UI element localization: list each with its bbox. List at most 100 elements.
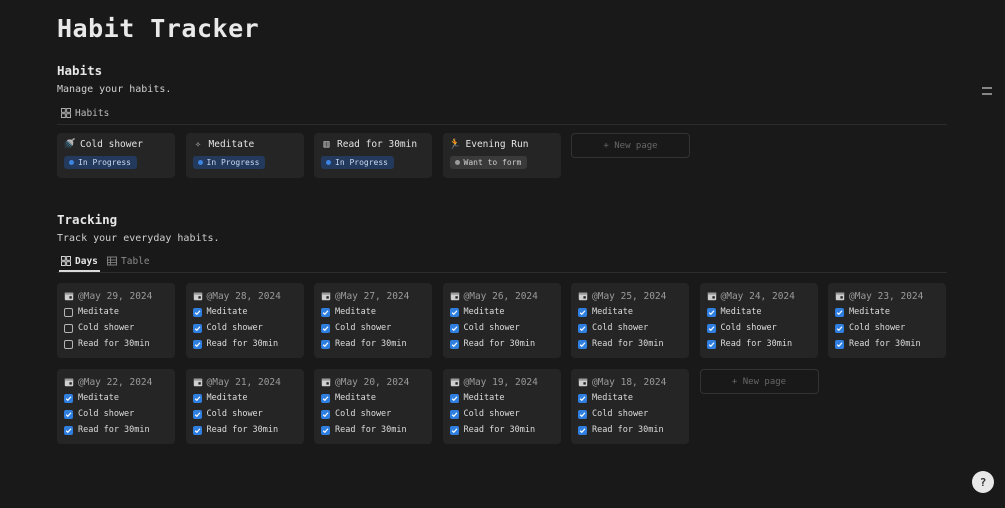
- checkbox[interactable]: [706, 323, 716, 333]
- checkbox-row[interactable]: Meditate: [192, 392, 297, 404]
- status-dot: [197, 160, 203, 165]
- checkbox[interactable]: [321, 425, 330, 435]
- day-card[interactable]: @May 23, 2024 Meditate Cold shower Read for…: [828, 283, 946, 358]
- checkbox-row[interactable]: Meditate: [321, 306, 425, 318]
- checkbox-row[interactable]: Read for 30min: [64, 424, 168, 436]
- day-card[interactable]: @May 25, 2024 Meditate Cold shower Read for…: [571, 283, 689, 358]
- checkbox-row[interactable]: Cold shower: [64, 322, 168, 334]
- checkbox[interactable]: [64, 409, 73, 419]
- checkbox[interactable]: [64, 339, 73, 349]
- checkbox-row[interactable]: Read for 30min: [449, 424, 554, 436]
- checkbox[interactable]: [192, 323, 202, 333]
- checkbox[interactable]: [192, 409, 202, 419]
- checkbox-row[interactable]: Meditate: [578, 392, 682, 404]
- checkbox[interactable]: [449, 409, 459, 419]
- checkbox[interactable]: [64, 425, 73, 435]
- checkbox[interactable]: [578, 409, 587, 419]
- checkbox-row[interactable]: Cold shower: [192, 322, 297, 334]
- habit-card[interactable]: 🏃 Evening Run Want to form: [442, 133, 561, 178]
- checkbox-row[interactable]: Cold shower: [578, 322, 682, 334]
- tab-table[interactable]: Table: [105, 252, 152, 270]
- checkbox[interactable]: [64, 393, 73, 403]
- habit-card[interactable]: 🚿 Cold shower In Progress: [57, 133, 175, 178]
- checkbox-row[interactable]: Read for 30min: [321, 338, 425, 350]
- checkbox-row[interactable]: Read for 30min: [835, 338, 939, 350]
- checkbox-row[interactable]: Cold shower: [449, 322, 554, 334]
- checkbox-row[interactable]: Read for 30min: [449, 338, 554, 350]
- tracking-view-tabs: Days Table: [57, 252, 947, 273]
- checkbox[interactable]: [321, 307, 330, 317]
- checkbox[interactable]: [449, 425, 459, 435]
- checkbox[interactable]: [449, 323, 459, 333]
- checkbox-row[interactable]: Cold shower: [321, 322, 425, 334]
- checkbox[interactable]: [578, 339, 587, 349]
- day-card[interactable]: @May 19, 2024 Meditate Cold shower Read for…: [442, 369, 561, 444]
- checkbox-row[interactable]: Cold shower: [64, 408, 168, 420]
- checkbox-row[interactable]: Meditate: [578, 306, 682, 318]
- habit-card[interactable]: ▥ Read for 30min In Progress: [314, 133, 432, 178]
- checkbox-row[interactable]: Cold shower: [192, 408, 297, 420]
- day-card[interactable]: @May 24, 2024 Meditate Cold shower Read for…: [699, 283, 818, 358]
- day-card[interactable]: @May 27, 2024 Meditate Cold shower Read for…: [314, 283, 432, 358]
- checkbox[interactable]: [64, 323, 73, 333]
- tab-days[interactable]: Days: [59, 252, 100, 272]
- checkbox[interactable]: [192, 425, 202, 435]
- checkbox[interactable]: [449, 307, 459, 317]
- checkbox-row[interactable]: Meditate: [449, 306, 554, 318]
- day-card[interactable]: @May 18, 2024 Meditate Cold shower Read for…: [571, 369, 689, 444]
- checkbox-row[interactable]: Cold shower: [449, 408, 554, 420]
- checkbox[interactable]: [192, 393, 202, 403]
- checkbox-label: Cold shower: [206, 409, 263, 419]
- tab-habits[interactable]: Habits: [59, 104, 111, 122]
- help-icon[interactable]: ?: [972, 471, 994, 493]
- checkbox[interactable]: [578, 425, 587, 435]
- checkbox-row[interactable]: Read for 30min: [578, 338, 682, 350]
- checkbox[interactable]: [706, 339, 716, 349]
- day-card[interactable]: @May 21, 2024 Meditate Cold shower Read for…: [185, 369, 304, 444]
- checkbox[interactable]: [449, 339, 459, 349]
- checkbox-row[interactable]: Cold shower: [835, 322, 939, 334]
- checkbox-row[interactable]: Read for 30min: [192, 424, 297, 436]
- checkbox-row[interactable]: Cold shower: [578, 408, 682, 420]
- checkbox[interactable]: [835, 307, 844, 317]
- day-card[interactable]: @May 22, 2024 Meditate Cold shower Read for…: [57, 369, 175, 444]
- habit-card[interactable]: ✧ Meditate In Progress: [185, 133, 304, 178]
- checkbox-row[interactable]: Meditate: [321, 392, 425, 404]
- new-page-button[interactable]: + New page: [571, 133, 690, 158]
- new-page-button[interactable]: + New page: [699, 369, 819, 394]
- checkbox[interactable]: [192, 339, 202, 349]
- checkbox-label: Cold shower: [206, 323, 263, 333]
- checkbox[interactable]: [578, 393, 587, 403]
- checkbox-row[interactable]: Meditate: [64, 306, 168, 318]
- menu-icon[interactable]: [981, 87, 993, 95]
- checkbox-row[interactable]: Cold shower: [321, 408, 425, 420]
- day-card[interactable]: @May 28, 2024 Meditate Cold shower Read for…: [185, 283, 304, 358]
- checkbox-row[interactable]: Meditate: [192, 306, 297, 318]
- checkbox[interactable]: [578, 307, 587, 317]
- checkbox-row[interactable]: Read for 30min: [706, 338, 811, 350]
- checkbox[interactable]: [321, 323, 330, 333]
- checkbox[interactable]: [578, 323, 587, 333]
- checkbox[interactable]: [321, 339, 330, 349]
- checkbox[interactable]: [321, 393, 330, 403]
- day-card[interactable]: @May 26, 2024 Meditate Cold shower Read for…: [442, 283, 561, 358]
- day-card[interactable]: @May 29, 2024 Meditate Cold shower Read for…: [57, 283, 175, 358]
- checkbox[interactable]: [192, 307, 202, 317]
- checkbox-row[interactable]: Meditate: [449, 392, 554, 404]
- checkbox[interactable]: [835, 339, 844, 349]
- checkbox-row[interactable]: Read for 30min: [64, 338, 168, 350]
- checkbox[interactable]: [64, 307, 73, 317]
- checkbox-label: Cold shower: [78, 323, 135, 333]
- checkbox-row[interactable]: Meditate: [835, 306, 939, 318]
- checkbox-row[interactable]: Meditate: [706, 306, 811, 318]
- checkbox-row[interactable]: Meditate: [64, 392, 168, 404]
- checkbox[interactable]: [706, 307, 716, 317]
- checkbox[interactable]: [321, 409, 330, 419]
- checkbox-row[interactable]: Cold shower: [706, 322, 811, 334]
- checkbox[interactable]: [449, 393, 459, 403]
- checkbox[interactable]: [835, 323, 844, 333]
- checkbox-row[interactable]: Read for 30min: [321, 424, 425, 436]
- day-card[interactable]: @May 20, 2024 Meditate Cold shower Read for…: [314, 369, 432, 444]
- checkbox-row[interactable]: Read for 30min: [578, 424, 682, 436]
- checkbox-row[interactable]: Read for 30min: [192, 338, 297, 350]
